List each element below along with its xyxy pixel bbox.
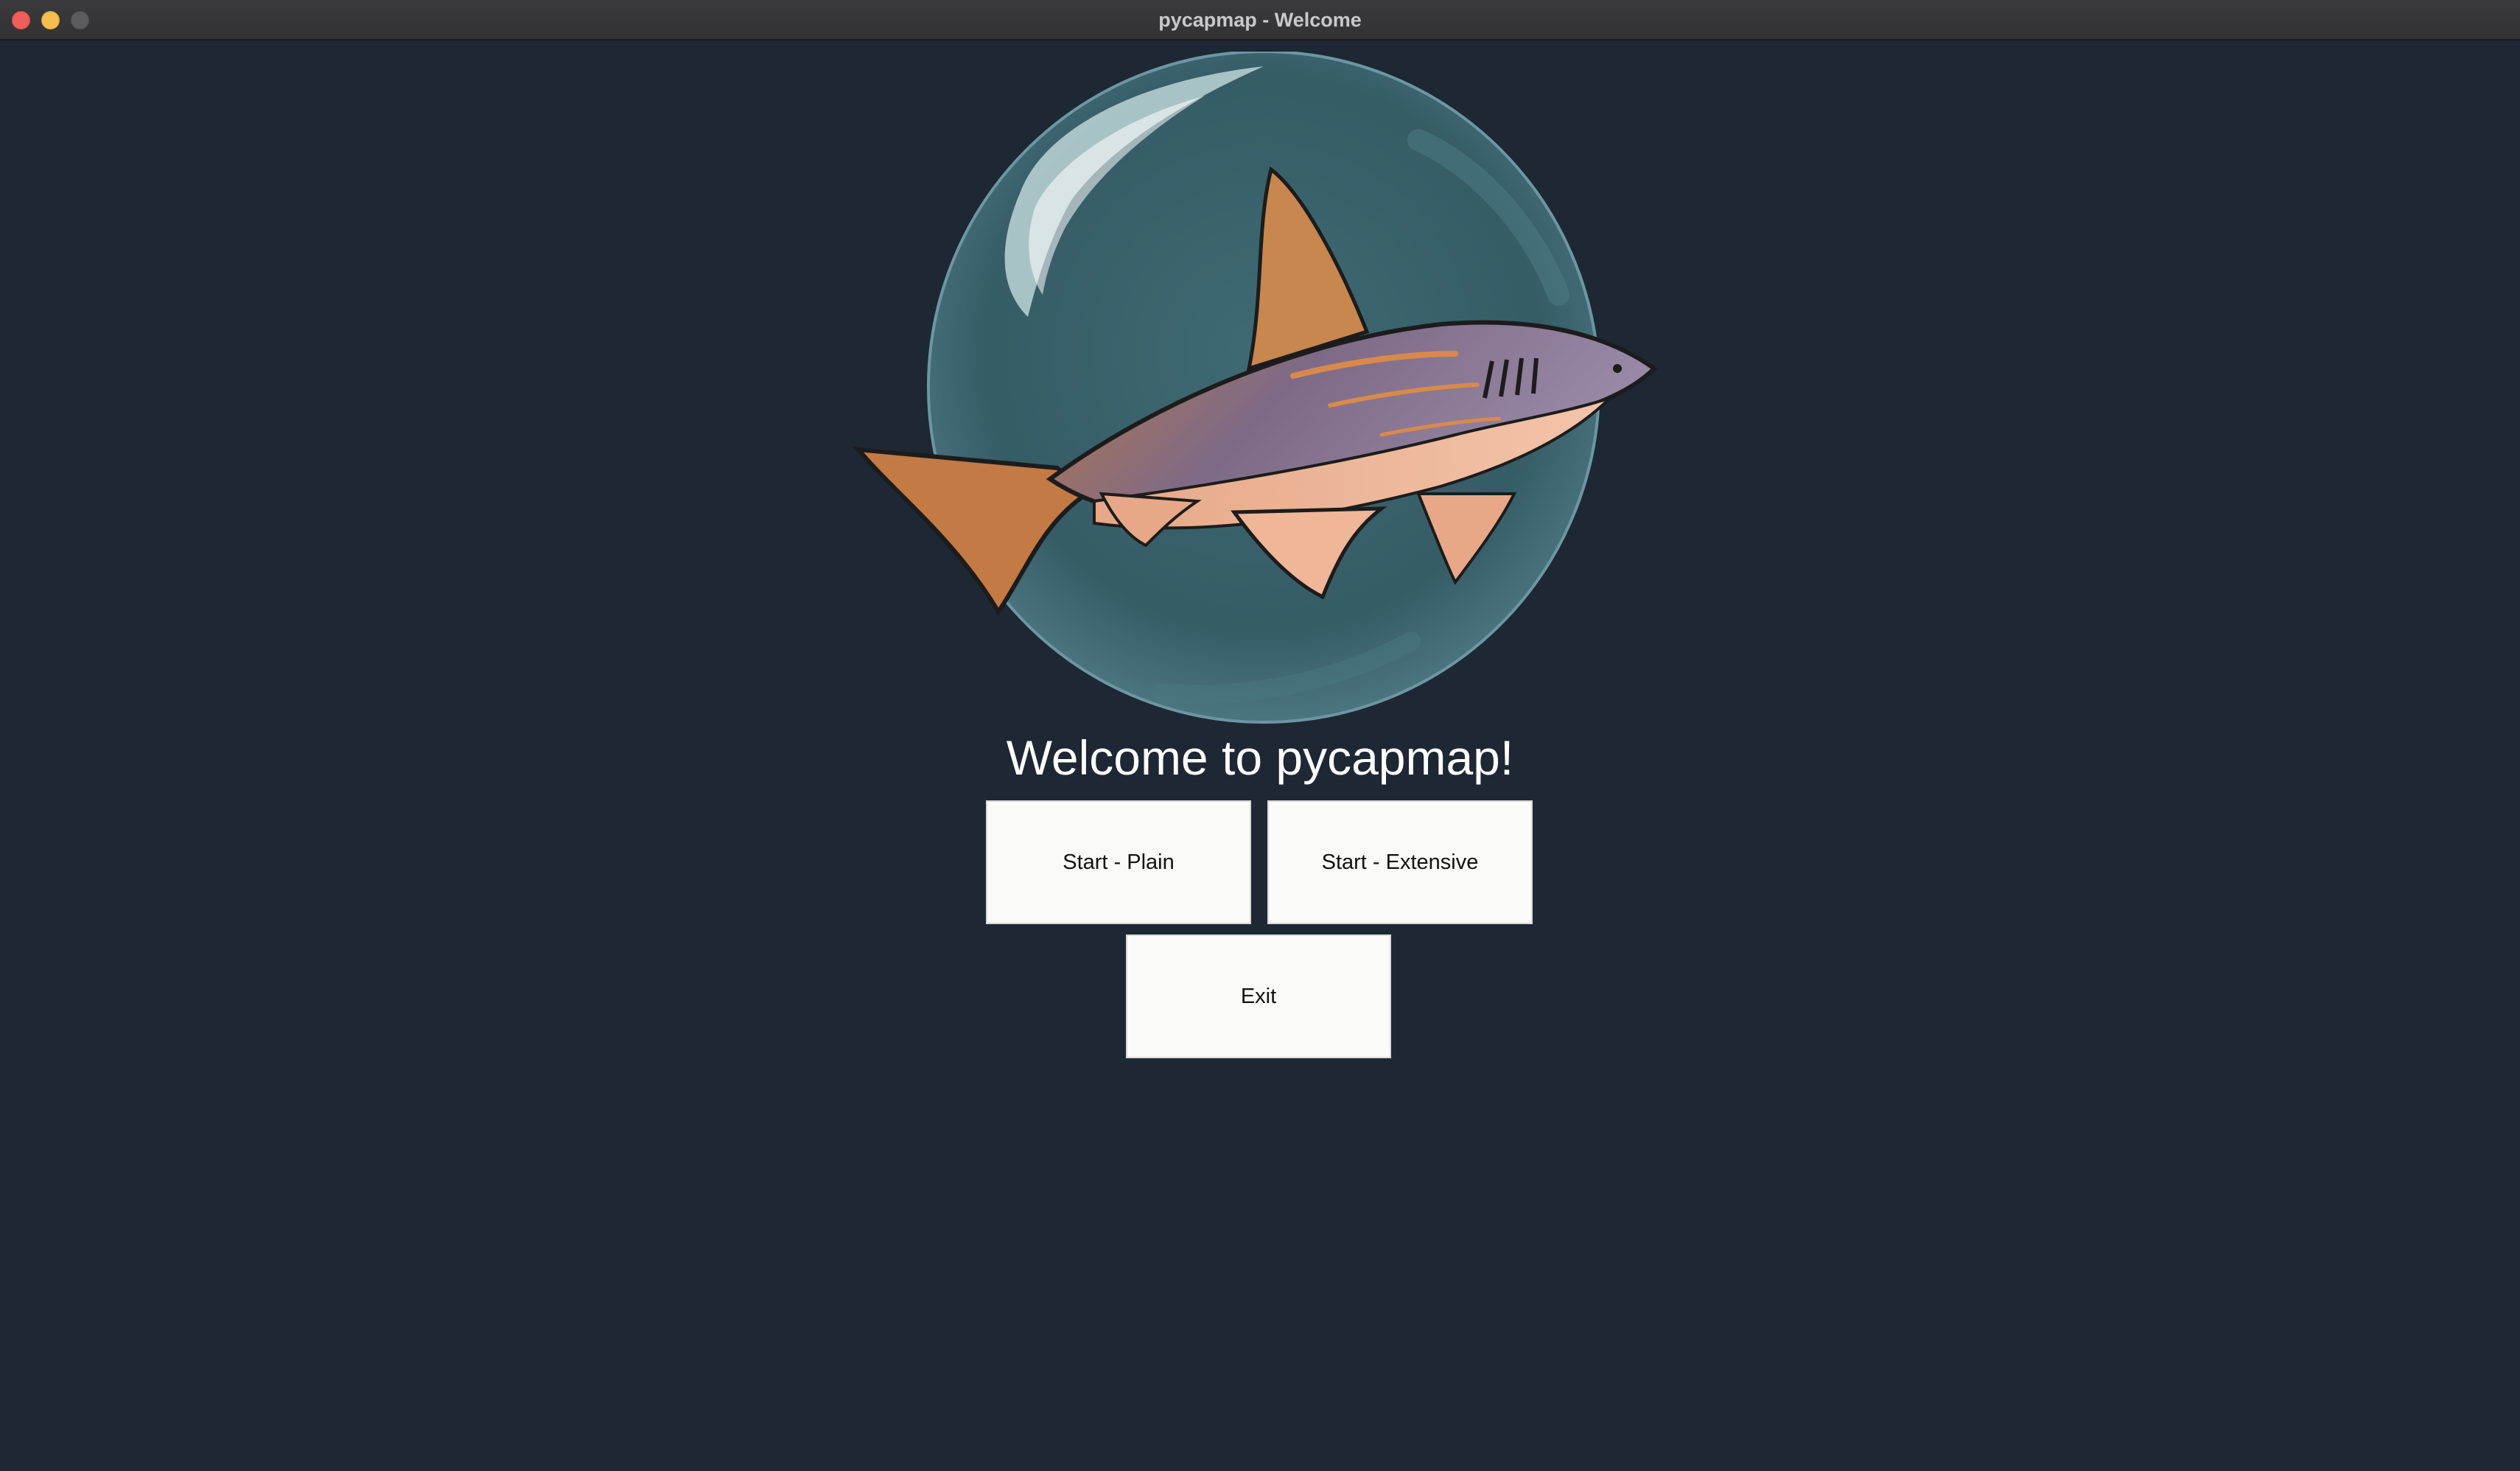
start-extensive-button[interactable]: Start - Extensive — [1267, 800, 1533, 924]
app-window: pycapmap - Welcome Welcome to pycapmap! … — [0, 0, 2520, 1471]
exit-label: Exit — [1240, 984, 1277, 1008]
start-plain-button[interactable]: Start - Plain — [986, 800, 1251, 924]
welcome-screen: Welcome to pycapmap! Start - Plain Start… — [0, 41, 2520, 1471]
shark-logo-icon — [853, 52, 1658, 724]
title-bar[interactable]: pycapmap - Welcome — [0, 0, 2520, 41]
start-plain-label: Start - Plain — [1063, 850, 1175, 874]
window-title: pycapmap - Welcome — [1158, 9, 1362, 31]
welcome-heading: Welcome to pycapmap! — [1006, 730, 1514, 785]
start-extensive-label: Start - Extensive — [1321, 850, 1479, 874]
exit-button[interactable]: Exit — [1126, 934, 1391, 1058]
